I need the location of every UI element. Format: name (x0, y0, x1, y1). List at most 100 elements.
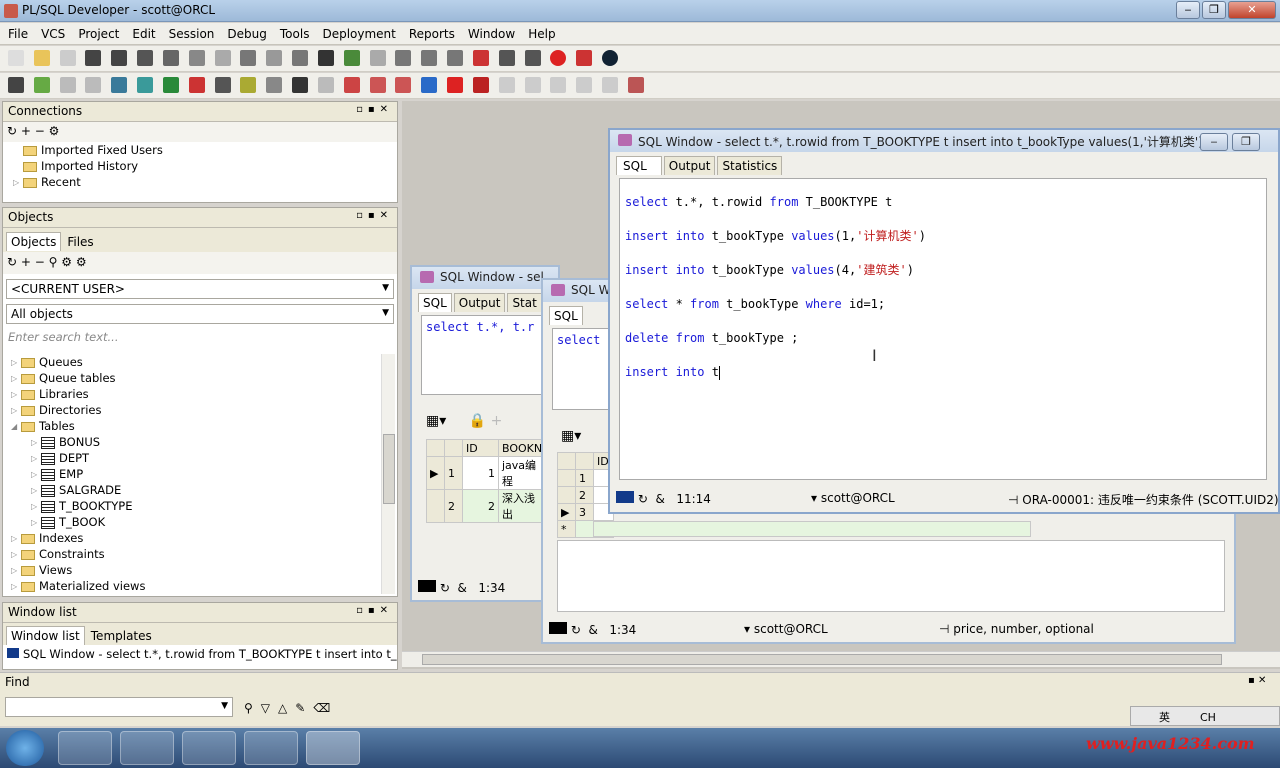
export-icon[interactable] (343, 50, 360, 66)
tree-item[interactable]: ▷ Queues (11, 354, 381, 370)
tab-objects[interactable]: Objects (6, 232, 62, 251)
tab-statistics[interactable]: Statistics (717, 156, 783, 175)
unindent-icon[interactable] (447, 50, 464, 66)
step-icon[interactable] (369, 77, 386, 93)
panel-buttons[interactable]: ▫▪✕ (356, 605, 393, 616)
add-row-icon[interactable]: + (491, 413, 503, 429)
cut-icon[interactable] (240, 50, 257, 66)
maximize-button[interactable]: ❐ (1202, 1, 1226, 19)
menu-help[interactable]: Help (520, 23, 560, 41)
nav3-icon[interactable] (550, 77, 567, 93)
options-icon[interactable]: ⚙ (49, 124, 60, 138)
tree-item-imported-history[interactable]: Imported History (13, 158, 397, 174)
tree-item[interactable]: ◢ Tables (11, 418, 381, 434)
stop-icon[interactable] (550, 50, 567, 66)
start-button[interactable] (6, 730, 44, 766)
nav-icon[interactable] (498, 77, 515, 93)
arrow-right-blue-icon[interactable] (421, 77, 438, 93)
refresh-icon[interactable]: ↻ (7, 124, 17, 138)
tab-window-list[interactable]: Window list (6, 626, 85, 645)
add-icon[interactable]: + (21, 255, 31, 269)
minimize-button[interactable]: ‒ (1176, 1, 1200, 19)
scrollbar-thumb[interactable] (422, 654, 1222, 665)
taskbar-camtasia-icon[interactable] (182, 731, 236, 765)
tree-item[interactable]: ▷ SALGRADE (11, 482, 381, 498)
grid-icon[interactable]: ▦▾ (561, 428, 581, 444)
table-row[interactable]: 2 2 深入浅出 (426, 489, 549, 523)
format-icon[interactable] (395, 50, 412, 66)
table-row[interactable]: 2 (557, 486, 614, 504)
menu-reports[interactable]: Reports (401, 23, 460, 41)
wrench-icon[interactable] (292, 77, 309, 93)
report-icon[interactable] (266, 77, 283, 93)
key-icon[interactable] (8, 77, 24, 93)
tab-statistics[interactable]: Stat (507, 293, 542, 312)
tree-item[interactable]: ▷ Materialized views (11, 578, 381, 594)
tree-item[interactable]: ▷ Indexes (11, 530, 381, 546)
table-row[interactable]: 1 (557, 469, 614, 487)
menu-deployment[interactable]: Deployment (314, 23, 400, 41)
menu-project[interactable]: Project (70, 23, 124, 41)
grid-icon[interactable]: ▦▾ (426, 413, 446, 429)
copy-icon[interactable] (266, 50, 283, 66)
step-over-icon[interactable] (395, 77, 412, 93)
binoculars-icon[interactable]: ⚲ (244, 701, 261, 715)
explain-icon[interactable] (214, 77, 231, 93)
db-icon[interactable] (137, 77, 154, 93)
nav5-icon[interactable] (602, 77, 619, 93)
remove-icon[interactable]: − (35, 255, 45, 269)
clear-icon[interactable]: ⌫ (313, 701, 338, 715)
sql-editor-1[interactable]: select t.*, t.r (421, 315, 551, 395)
window-restore-button[interactable]: ❐ (1232, 133, 1260, 151)
filter-select[interactable]: All objects ▼ (6, 304, 394, 324)
nav4-icon[interactable] (576, 77, 593, 93)
find-next-icon[interactable]: ▽ (261, 701, 278, 715)
taskbar-chrome-icon[interactable] (58, 731, 112, 765)
menu-file[interactable]: File (0, 23, 33, 41)
menu-edit[interactable]: Edit (124, 23, 160, 41)
breakpoint-icon[interactable] (343, 77, 360, 93)
tree-item[interactable]: ▷ Constraints (11, 546, 381, 562)
table-row[interactable]: ▶ 1 1 java编程 (426, 456, 549, 490)
find-prev-icon[interactable]: △ (278, 701, 295, 715)
tile-icon[interactable] (524, 50, 541, 66)
find-input[interactable]: ▼ (5, 697, 233, 717)
close-button[interactable]: ✕ (1228, 1, 1276, 19)
new-row-cells[interactable] (593, 521, 1031, 537)
break-icon[interactable] (85, 77, 102, 93)
save-all-icon[interactable] (137, 50, 154, 66)
open-icon[interactable] (33, 50, 50, 66)
menu-tools[interactable]: Tools (272, 23, 315, 41)
tree-item[interactable]: ▷ T_BOOK (11, 514, 381, 530)
menu-session[interactable]: Session (161, 23, 220, 41)
save-as-icon[interactable] (111, 50, 128, 66)
user-select[interactable]: <CURRENT USER> ▼ (6, 279, 394, 299)
nav2-icon[interactable] (524, 77, 541, 93)
tab-output[interactable]: Output (453, 293, 506, 312)
tab-sql[interactable]: SQL (418, 293, 452, 312)
sql-editor-2[interactable]: select (552, 328, 612, 410)
search-input[interactable]: Enter search text... (6, 328, 394, 348)
taskbar-word-icon[interactable] (120, 731, 174, 765)
redo-icon[interactable] (214, 50, 231, 66)
sql-window-3[interactable]: SQL Window - select t.*, t.rowid from T_… (608, 128, 1280, 514)
tree-item[interactable]: ▷ Queue tables (11, 370, 381, 386)
ime-bar[interactable]: 英 CH (1130, 706, 1280, 726)
print-icon[interactable] (59, 50, 76, 66)
taskbar-plsql-icon[interactable] (306, 731, 360, 765)
arrow-right-red-icon[interactable] (447, 77, 464, 93)
query-builder-icon[interactable] (240, 77, 257, 93)
tab-templates[interactable]: Templates (87, 627, 156, 645)
add-icon[interactable]: + (21, 124, 31, 138)
remove-icon[interactable]: − (35, 124, 45, 138)
lock-icon[interactable] (627, 77, 644, 93)
menu-window[interactable]: Window (460, 23, 520, 41)
tab-files[interactable]: Files (63, 233, 97, 251)
menu-debug[interactable]: Debug (219, 23, 271, 41)
window-icon[interactable] (498, 50, 515, 66)
compile-icon[interactable] (33, 77, 50, 93)
sql-window-1[interactable]: SQL Window - sel SQL Output Stat select t.… (410, 265, 560, 602)
find-icon[interactable] (317, 50, 334, 66)
debug-icon[interactable] (317, 77, 334, 93)
rollback-icon[interactable] (188, 77, 205, 93)
